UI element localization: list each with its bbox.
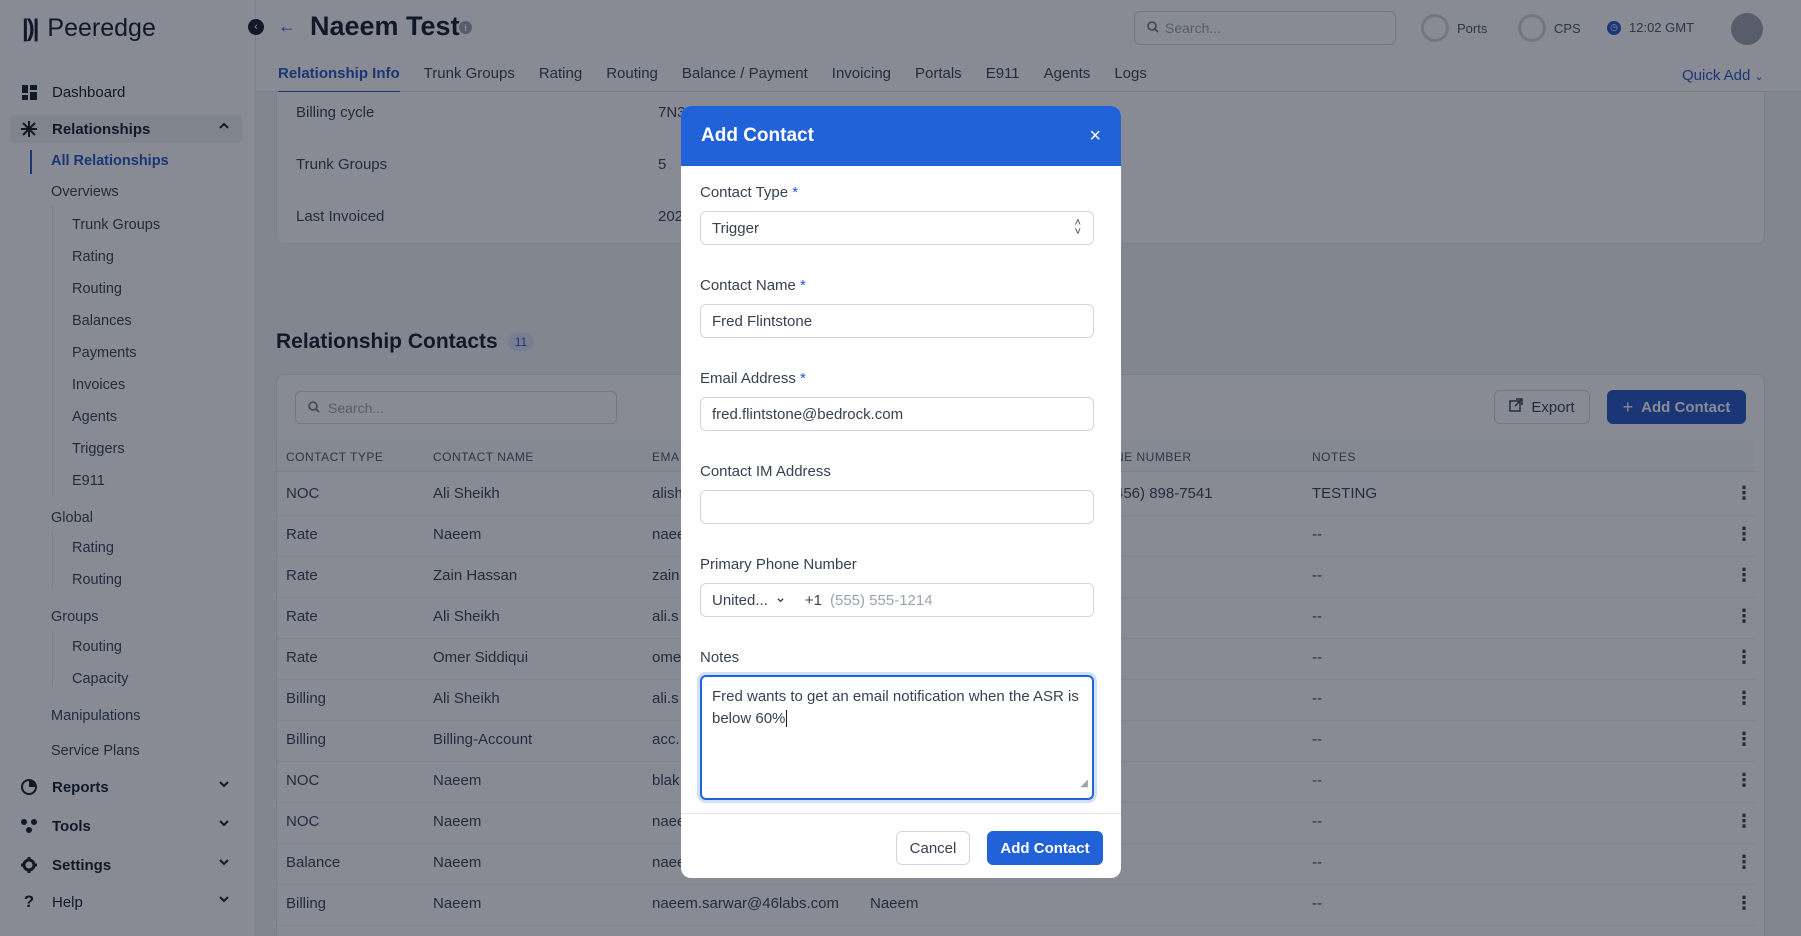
phone-country-select[interactable]: United... [712, 592, 785, 609]
modal-title: Add Contact [701, 125, 814, 146]
text-cursor [786, 710, 788, 727]
phone-country-value: United... [712, 591, 768, 609]
contact-type-value: Trigger [712, 219, 759, 237]
contact-name-label-text: Contact Name [700, 277, 796, 294]
contact-name-input[interactable]: Fred Flintstone [700, 304, 1094, 338]
im-address-input[interactable] [700, 490, 1094, 524]
contact-type-label: Contact Type * [700, 184, 798, 201]
contact-type-select[interactable]: Trigger ˄ ˅ [700, 211, 1094, 245]
required-mark: * [792, 184, 799, 201]
add-contact-modal: Add Contact × Contact Type * Trigger ˄ ˅ … [681, 106, 1121, 878]
notes-label: Notes [700, 649, 740, 666]
email-value: fred.flintstone@bedrock.com [712, 405, 904, 423]
required-mark: * [800, 277, 806, 294]
cancel-button[interactable]: Cancel [896, 831, 970, 865]
chevron-down-icon [776, 592, 785, 609]
add-contact-submit-button[interactable]: Add Contact [987, 831, 1103, 865]
notes-textarea[interactable]: Fred wants to get an email notification … [700, 675, 1094, 800]
contact-type-label-text: Contact Type [700, 184, 789, 201]
notes-value: Fred wants to get an email notification … [712, 688, 1079, 727]
select-arrows-icon: ˄ ˅ [1074, 217, 1081, 238]
modal-header: Add Contact × [681, 106, 1121, 166]
resize-handle-icon[interactable]: ◢ [1080, 773, 1088, 795]
contact-name-value: Fred Flintstone [712, 312, 813, 330]
contact-name-label: Contact Name * [700, 277, 806, 294]
email-input[interactable]: fred.flintstone@bedrock.com [700, 397, 1094, 431]
phone-input[interactable]: United... +1 (555) 555-1214 [700, 583, 1094, 617]
im-address-label: Contact IM Address [700, 463, 831, 480]
required-mark: * [800, 370, 806, 387]
phone-dial-code: +1 [804, 591, 822, 609]
phone-placeholder: (555) 555-1214 [829, 591, 933, 609]
close-icon[interactable]: × [1089, 125, 1101, 148]
phone-label: Primary Phone Number [700, 556, 857, 573]
modal-footer: Cancel Add Contact [681, 813, 1121, 878]
email-label: Email Address * [700, 370, 806, 387]
email-label-text: Email Address [700, 370, 796, 387]
